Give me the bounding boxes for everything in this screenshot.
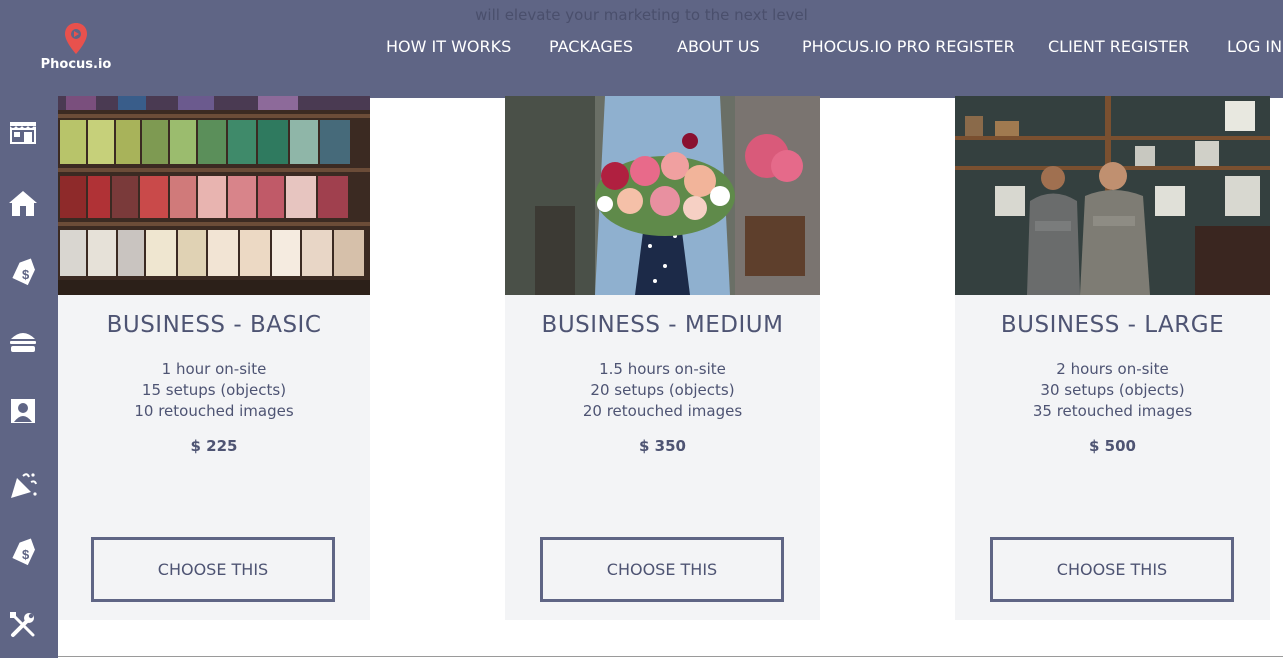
feature-item: 10 retouched images xyxy=(134,402,294,420)
package-title: BUSINESS - MEDIUM xyxy=(541,312,784,338)
nav-packages[interactable]: PACKAGES xyxy=(549,37,633,56)
package-price: $ 500 xyxy=(1089,437,1136,455)
nav-about-us[interactable]: ABOUT US xyxy=(677,37,760,56)
category-sidebar: $ $ xyxy=(0,98,58,658)
flower-bouquet-photo xyxy=(505,96,820,295)
package-features: 1.5 hours on-site 20 setups (objects) 20… xyxy=(505,359,820,422)
package-features: 1 hour on-site 15 setups (objects) 10 re… xyxy=(58,359,370,422)
package-features: 2 hours on-site 30 setups (objects) 35 r… xyxy=(955,359,1270,422)
main-nav: HOW IT WORKS PACKAGES ABOUT US PHOCUS.IO… xyxy=(0,37,1283,59)
package-title: BUSINESS - BASIC xyxy=(106,312,322,338)
package-title: BUSINESS - LARGE xyxy=(1000,312,1225,338)
choose-package-button[interactable]: CHOOSE THIS xyxy=(990,537,1234,602)
burger-icon[interactable] xyxy=(6,324,40,358)
svg-text:$: $ xyxy=(22,267,30,282)
feature-item: 30 setups (objects) xyxy=(1040,381,1185,399)
choose-package-button[interactable]: CHOOSE THIS xyxy=(91,537,335,602)
ribbon-spools-photo xyxy=(58,96,370,295)
logo-text: Phocus.io xyxy=(40,57,112,72)
tools-icon[interactable] xyxy=(6,608,40,642)
portrait-icon[interactable] xyxy=(6,394,40,428)
feature-item: 1.5 hours on-site xyxy=(599,360,726,378)
feature-item: 20 retouched images xyxy=(582,402,743,420)
nav-pro-register[interactable]: PHOCUS.IO PRO REGISTER xyxy=(802,37,1015,56)
package-card-large: BUSINESS - LARGE 2 hours on-site 30 setu… xyxy=(955,96,1270,620)
feature-item: 20 setups (objects) xyxy=(590,381,735,399)
top-header: will elevate your marketing to the next … xyxy=(0,0,1283,98)
package-price: $ 225 xyxy=(190,437,238,455)
party-icon[interactable] xyxy=(6,469,40,503)
choose-package-button[interactable]: CHOOSE THIS xyxy=(540,537,784,602)
nav-log-in[interactable]: LOG IN xyxy=(1227,37,1282,56)
feature-item: 15 setups (objects) xyxy=(141,381,287,399)
package-card-medium: BUSINESS - MEDIUM 1.5 hours on-site 20 s… xyxy=(505,96,820,620)
bottom-divider xyxy=(58,656,1283,657)
nav-client-register[interactable]: CLIENT REGISTER xyxy=(1048,37,1189,56)
svg-text:$: $ xyxy=(22,547,30,562)
package-price: $ 350 xyxy=(639,437,686,455)
storefront-icon[interactable] xyxy=(6,115,40,149)
feature-item: 1 hour on-site xyxy=(161,360,267,378)
home-icon[interactable] xyxy=(6,186,40,220)
header-tagline: will elevate your marketing to the next … xyxy=(475,6,808,24)
nav-how-it-works[interactable]: HOW IT WORKS xyxy=(386,37,511,56)
restaurant-owners-photo xyxy=(955,96,1270,295)
price-tag-icon[interactable]: $ xyxy=(6,535,40,569)
feature-item: 2 hours on-site xyxy=(1056,360,1169,378)
package-card-basic: BUSINESS - BASIC 1 hour on-site 15 setup… xyxy=(58,96,370,620)
price-tag-icon[interactable]: $ xyxy=(6,255,40,289)
feature-item: 35 retouched images xyxy=(1032,402,1193,420)
